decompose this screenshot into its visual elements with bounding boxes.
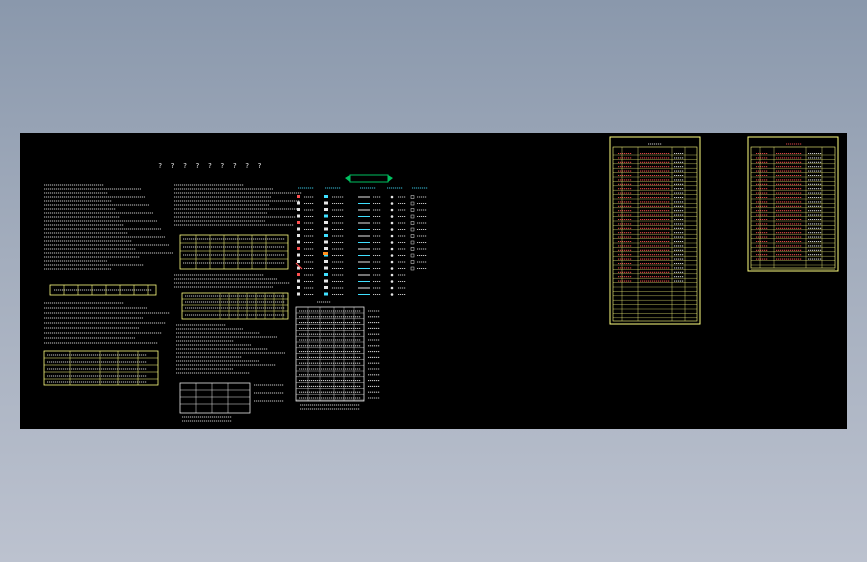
legend-symbol	[324, 273, 328, 276]
material-table	[43, 350, 159, 386]
legend-symbol	[297, 240, 300, 244]
legend-symbol	[390, 293, 394, 296]
legend-symbol	[390, 221, 394, 225]
legend-symbol	[324, 208, 328, 211]
legend-symbol	[390, 273, 394, 277]
legend-symbol	[324, 266, 328, 270]
cad-model-space[interactable]: ? ? ? ? ? ? ? ? ?	[20, 133, 847, 429]
legend-symbol	[324, 240, 328, 244]
legend-symbol	[410, 240, 415, 245]
drawing-list2-frame	[747, 136, 839, 272]
legend-symbol	[390, 228, 394, 231]
legend-symbol	[390, 267, 394, 270]
legend-symbol	[410, 201, 415, 206]
legend-symbol	[410, 247, 415, 251]
valve-table	[179, 382, 251, 414]
legend-symbol	[324, 279, 328, 283]
legend-symbol	[324, 234, 328, 237]
cad-drawing	[43, 136, 839, 422]
legend-symbol	[390, 208, 394, 212]
legend-symbol	[324, 221, 328, 224]
legend-symbol	[324, 260, 328, 263]
legend-symbol	[297, 208, 300, 211]
drawing-list-inner	[612, 146, 698, 322]
legend-symbol	[297, 227, 300, 231]
legend-symbol	[324, 227, 328, 231]
legend-symbol	[297, 279, 300, 283]
legend-symbol	[390, 202, 394, 205]
legend-symbol	[297, 201, 300, 205]
legend-symbol	[410, 208, 415, 212]
legend-symbol	[297, 292, 300, 296]
legend-symbol	[410, 221, 415, 225]
legend-symbol	[410, 214, 415, 219]
legend-symbol	[297, 195, 300, 198]
legend-symbol	[297, 221, 300, 224]
legend-banner	[349, 174, 389, 183]
legend-symbol	[297, 286, 300, 289]
legend-symbol	[324, 214, 328, 218]
legend-symbol	[324, 286, 328, 289]
legend-symbol	[324, 195, 328, 198]
legend-symbol	[324, 292, 328, 296]
legend-symbol	[410, 195, 415, 199]
legend-symbol	[390, 280, 394, 283]
legend-symbol	[390, 241, 394, 244]
legend-symbol	[410, 266, 415, 271]
legend-symbol	[390, 247, 394, 251]
legend-symbol	[297, 214, 300, 218]
legend-symbol	[324, 201, 328, 205]
legend-symbol	[410, 253, 415, 258]
legend-symbol	[390, 254, 394, 257]
legend-symbol	[297, 247, 300, 250]
legend-symbol	[297, 253, 300, 257]
legend-symbol	[390, 286, 394, 290]
legend-symbol	[324, 247, 328, 250]
legend-symbol	[390, 215, 394, 218]
legend-symbol	[297, 273, 300, 276]
legend-symbol	[410, 227, 415, 232]
legend-symbol	[297, 234, 300, 237]
legend-banner-tabs	[345, 175, 393, 182]
legend-symbol	[390, 260, 394, 264]
legend-symbol-orange	[323, 252, 328, 255]
legend-symbol	[410, 234, 415, 238]
legend-symbol	[390, 195, 394, 199]
legend-symbol	[297, 260, 300, 263]
legend-symbol	[410, 260, 415, 264]
legend-symbol	[390, 234, 394, 238]
